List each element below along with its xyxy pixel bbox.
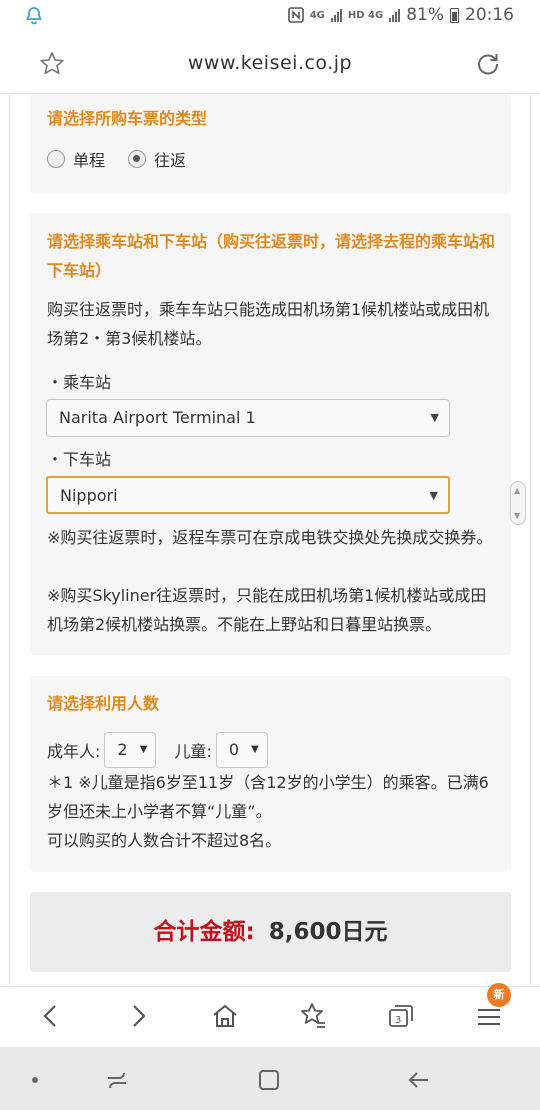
url-text[interactable]: www.keisei.co.jp: [0, 52, 540, 74]
passenger-selectors: 成年人: 2 ▼ 儿童: 0 ▼: [47, 732, 268, 768]
ticket-type-card: 请选择所购车票的类型 单程 往返: [30, 95, 511, 193]
network-label: 4G: [309, 9, 325, 21]
chevron-down-icon: ▼: [430, 411, 439, 424]
status-bar: 4G HD 4G 81% 20:16: [0, 0, 540, 34]
child-value: 0: [228, 740, 239, 759]
arrival-select[interactable]: Nippori ▼: [46, 476, 450, 514]
arrival-label: ・下车站: [47, 450, 112, 469]
return-notice: ※购买往返票时，返程车票可在京成电铁交换处先换成交换券。: [47, 528, 493, 547]
recent-apps-icon[interactable]: [104, 1067, 130, 1093]
child-label: 儿童:: [174, 742, 212, 761]
frame-border-left: [9, 95, 10, 985]
notification-icon: [26, 7, 42, 25]
adult-value: 2: [117, 740, 128, 759]
clock: 20:16: [465, 5, 514, 25]
child-definition-note: ＊1 ※儿童是指6岁至11岁（含12岁的小学生）的乘客。已满6岁但还未上小学者不…: [47, 773, 489, 821]
dot-icon[interactable]: [22, 1067, 48, 1093]
home-button-icon[interactable]: [256, 1067, 282, 1093]
network-label-2: HD 4G: [347, 9, 384, 21]
status-icons: 4G HD 4G 81% 20:16: [287, 5, 514, 25]
stations-card: 请选择乘车站和下车站（购买往返票时，请选择去程的乘车站和下车站） 购买往返票时，…: [30, 213, 511, 655]
adult-select[interactable]: 2 ▼: [104, 732, 157, 768]
svg-text:3: 3: [395, 1015, 401, 1026]
frame-border-right: [530, 95, 531, 985]
fast-scroll-handle[interactable]: ▲ ▼: [510, 481, 526, 525]
bookmarks-icon[interactable]: [298, 1001, 328, 1031]
nfc-icon: [287, 7, 304, 23]
browser-toolbar: 3 新: [0, 983, 540, 1046]
passengers-title: 请选择利用人数: [47, 694, 160, 713]
radio-one-way[interactable]: 单程: [47, 147, 105, 171]
skyliner-notice: ※购买Skyliner往返票时，只能在成田机场第1候机楼站或成田机场第2候机楼站…: [47, 586, 487, 634]
back-button-icon[interactable]: [406, 1067, 432, 1093]
child-select[interactable]: 0 ▼: [215, 732, 268, 768]
tabs-icon[interactable]: 3: [386, 1001, 416, 1031]
url-bar: www.keisei.co.jp: [0, 34, 540, 94]
stations-title: 请选择乘车站和下车站（购买往返票时，请选择去程的乘车站和下车站）: [47, 232, 496, 280]
radio-round-trip[interactable]: 往返: [128, 147, 186, 171]
page-content: 请选择所购车票的类型 单程 往返 请选择乘车站和下车站（购买往返票时，请选择去程…: [0, 95, 540, 985]
radio-round-trip-label: 往返: [154, 151, 187, 170]
total-amount: 8,600日元: [268, 919, 388, 945]
signal-icon: [330, 8, 342, 22]
back-icon[interactable]: [36, 1001, 66, 1031]
new-badge: 新: [487, 983, 511, 1007]
battery-percent: 81%: [406, 5, 444, 25]
stations-note: 购买往返票时，乘车车站只能选成田机场第1候机楼站或成田机场第2・第3候机楼站。: [47, 300, 490, 348]
battery-icon: [450, 7, 459, 23]
arrival-value: Nippori: [60, 486, 118, 505]
system-navigation-bar: [0, 1047, 540, 1110]
chevron-down-icon: ▼: [139, 744, 148, 755]
radio-one-way-circle[interactable]: [47, 150, 65, 168]
forward-icon[interactable]: [123, 1001, 153, 1031]
max-passengers-note: 可以购买的人数合计不超过8名。: [47, 831, 282, 850]
chevron-up-icon: ▲: [514, 486, 521, 495]
total-label: 合计金额:: [153, 919, 255, 945]
chevron-down-icon: ▼: [429, 489, 438, 502]
passengers-card: 请选择利用人数 成年人: 2 ▼ 儿童: 0 ▼ ＊1 ※儿童是指6岁至11岁（…: [30, 676, 511, 872]
total-amount-box: 合计金额: 8,600日元: [30, 892, 511, 972]
radio-one-way-label: 单程: [73, 151, 106, 170]
signal-icon-2: [389, 8, 401, 22]
chevron-down-icon: ▼: [514, 511, 521, 520]
departure-value: Narita Airport Terminal 1: [59, 408, 256, 427]
home-icon[interactable]: [210, 1001, 240, 1031]
reload-icon[interactable]: [474, 50, 502, 78]
adult-label: 成年人:: [47, 742, 101, 761]
radio-round-trip-circle[interactable]: [128, 150, 146, 168]
ticket-type-title: 请选择所购车票的类型: [47, 109, 208, 128]
chevron-down-icon: ▼: [251, 744, 259, 755]
departure-select[interactable]: Narita Airport Terminal 1 ▼: [46, 399, 450, 437]
departure-label: ・乘车站: [47, 373, 112, 392]
